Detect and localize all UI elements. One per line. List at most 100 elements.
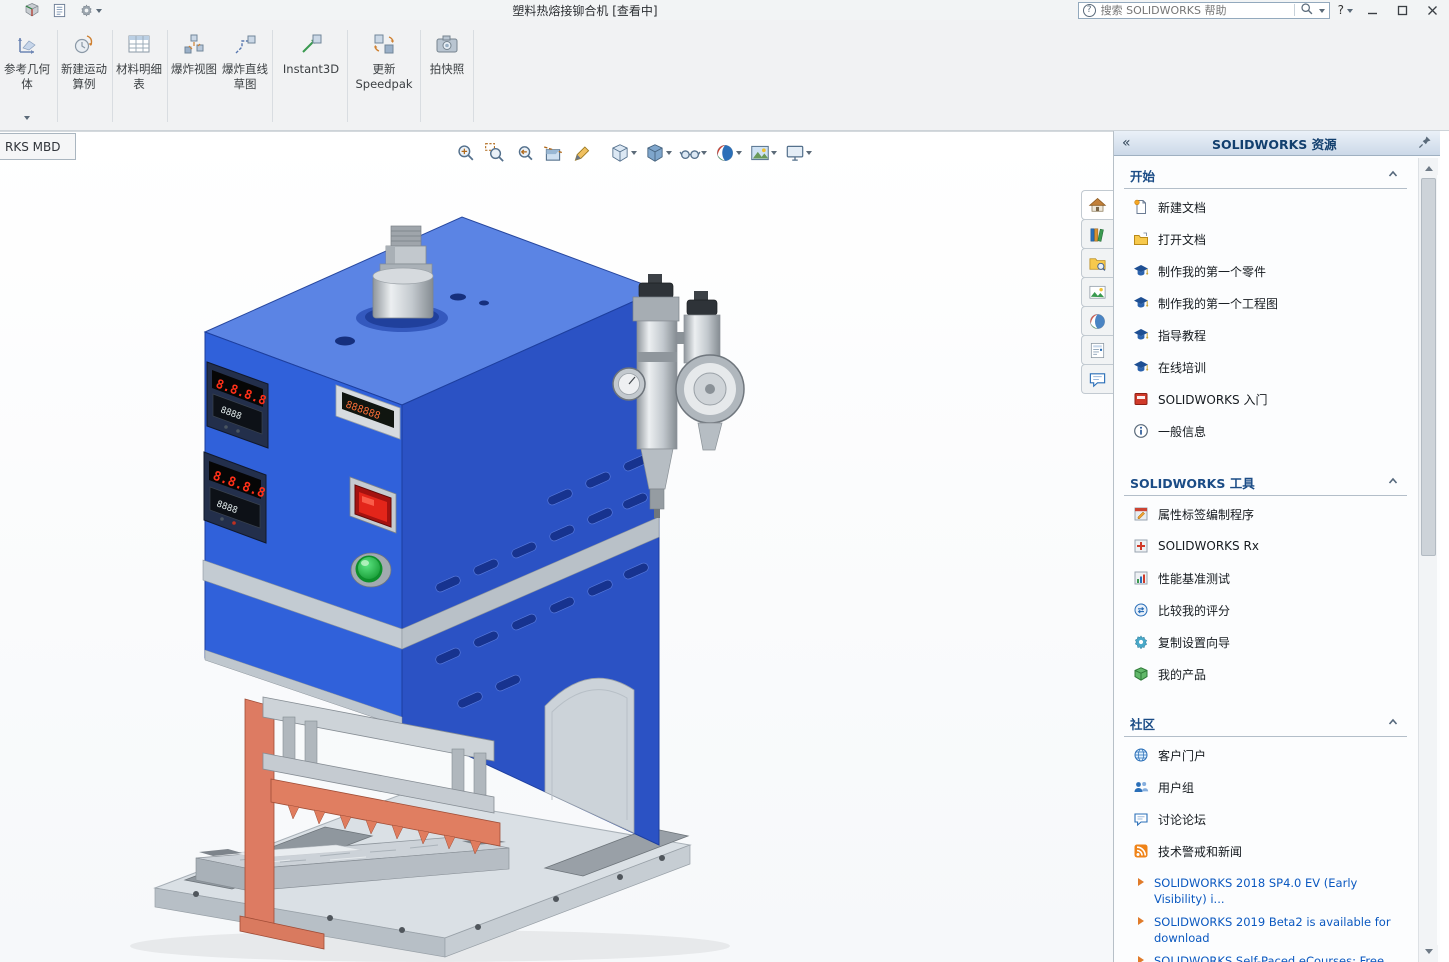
scroll-up-arrow-icon bbox=[1425, 162, 1433, 171]
collapse-chevron-icon[interactable] bbox=[1385, 166, 1401, 185]
task-pane-header: « SOLIDWORKS 资源 bbox=[1114, 131, 1440, 156]
task-pane: « SOLIDWORKS 资源 开始 新建文档 打开文档 制作我的第一个零件 制… bbox=[1113, 131, 1440, 962]
help-menu-button[interactable]: ? bbox=[1338, 3, 1353, 17]
tutorial-cap-icon bbox=[1133, 359, 1149, 375]
gear-dropdown-caret[interactable] bbox=[96, 9, 102, 16]
previous-view-button[interactable] bbox=[510, 140, 538, 166]
item-tech-alerts-news[interactable]: 技术警戒和新闻 bbox=[1114, 835, 1417, 867]
minimize-button[interactable] bbox=[1361, 2, 1383, 18]
item-customer-portal[interactable]: 客户门户 bbox=[1114, 739, 1417, 771]
scroll-up-button[interactable] bbox=[1419, 158, 1438, 175]
new-motion-study-icon bbox=[71, 25, 97, 57]
ribbon-new-motion-study[interactable]: 新建运动算例 bbox=[61, 25, 107, 127]
item-new-document[interactable]: 新建文档 bbox=[1114, 191, 1417, 223]
news-link[interactable]: SOLIDWORKS Self-Paced eCourses: Free bbox=[1138, 953, 1405, 962]
item-my-products[interactable]: 我的产品 bbox=[1114, 658, 1417, 690]
item-copy-settings-wizard[interactable]: 复制设置向导 bbox=[1114, 626, 1417, 658]
item-label: 在线培训 bbox=[1158, 359, 1206, 376]
ribbon-instant3d[interactable]: Instant3D bbox=[278, 25, 344, 127]
tab-design-library[interactable] bbox=[1081, 219, 1113, 249]
view-orientation-button[interactable] bbox=[606, 140, 640, 166]
item-performance-benchmark[interactable]: 性能基准测试 bbox=[1114, 562, 1417, 594]
scrollbar-thumb[interactable] bbox=[1421, 178, 1436, 556]
close-button[interactable] bbox=[1421, 2, 1443, 18]
section-header-solidworks-tools[interactable]: SOLIDWORKS 工具 bbox=[1124, 473, 1407, 496]
item-discussion-forum[interactable]: 讨论论坛 bbox=[1114, 803, 1417, 835]
tab-appearances-scenes[interactable] bbox=[1081, 306, 1113, 336]
search-input[interactable] bbox=[1101, 4, 1289, 17]
dropdown-caret-icon bbox=[24, 116, 30, 123]
item-make-first-drawing[interactable]: 制作我的第一个工程图 bbox=[1114, 287, 1417, 319]
exploded-view-icon bbox=[181, 25, 207, 57]
ribbon-separator bbox=[272, 30, 273, 122]
zoom-to-area-button[interactable] bbox=[481, 140, 509, 166]
ribbon-reference-geometry[interactable]: 参考几何体 bbox=[4, 25, 50, 127]
section-title: 社区 bbox=[1130, 714, 1155, 733]
item-user-groups[interactable]: 用户组 bbox=[1114, 771, 1417, 803]
options-gear-icon[interactable] bbox=[79, 3, 102, 18]
pin-icon[interactable] bbox=[1418, 134, 1432, 153]
ribbon-separator bbox=[473, 30, 474, 122]
ribbon-exploded-view[interactable]: 爆炸视图 bbox=[171, 25, 217, 127]
zoom-to-fit-button[interactable] bbox=[452, 140, 480, 166]
item-solidworks-rx[interactable]: SOLIDWORKS Rx bbox=[1114, 530, 1417, 562]
apply-scene-button[interactable] bbox=[746, 140, 780, 166]
section-header-community[interactable]: 社区 bbox=[1124, 714, 1407, 737]
ribbon-button-label: 新建运动算例 bbox=[61, 62, 107, 92]
section-title: SOLIDWORKS 工具 bbox=[1130, 473, 1255, 492]
search-separator bbox=[1294, 4, 1295, 16]
item-compare-score[interactable]: 比较我的评分 bbox=[1114, 594, 1417, 626]
tab-file-explorer[interactable] bbox=[1081, 248, 1113, 278]
user-groups-icon bbox=[1133, 779, 1149, 795]
ribbon-toolbar: 参考几何体 新建运动算例 材料明细表 爆炸视图 爆炸直线草图 Instant3D bbox=[0, 20, 1449, 131]
ribbon-explode-line-sketch[interactable]: 爆炸直线草图 bbox=[221, 25, 269, 127]
news-link-text: SOLIDWORKS Self-Paced eCourses: Free bbox=[1154, 953, 1405, 962]
view-settings-button[interactable] bbox=[781, 140, 815, 166]
item-property-tab-builder[interactable]: 属性标签编制程序 bbox=[1114, 498, 1417, 530]
tab-view-palette[interactable] bbox=[1081, 277, 1113, 307]
item-open-document[interactable]: 打开文档 bbox=[1114, 223, 1417, 255]
collapse-chevron-icon[interactable] bbox=[1385, 714, 1401, 733]
item-label: 客户门户 bbox=[1158, 747, 1206, 764]
ribbon-update-speedpak[interactable]: 更新 Speedpak bbox=[351, 25, 417, 127]
collapse-chevron-icon[interactable] bbox=[1385, 473, 1401, 492]
news-link[interactable]: SOLIDWORKS 2018 SP4.0 EV (Early Visibili… bbox=[1138, 875, 1405, 907]
display-style-button[interactable] bbox=[641, 140, 675, 166]
machine-3d-model[interactable]: 8.8.8.8 8888 8.8.8.8 8888 888888 bbox=[0, 132, 1113, 962]
hide-show-items-button[interactable] bbox=[676, 140, 710, 166]
item-tutorials[interactable]: 指导教程 bbox=[1114, 319, 1417, 351]
power-button[interactable] bbox=[351, 553, 391, 587]
search-dropdown-caret[interactable] bbox=[1319, 9, 1325, 16]
item-introducing-solidworks[interactable]: SOLIDWORKS 入门 bbox=[1114, 383, 1417, 415]
item-label: 制作我的第一个工程图 bbox=[1158, 295, 1278, 312]
app-model-icon[interactable] bbox=[24, 2, 40, 18]
edit-appearance-button[interactable] bbox=[711, 140, 745, 166]
news-link[interactable]: SOLIDWORKS 2019 Beta2 is available for d… bbox=[1138, 914, 1405, 946]
item-make-first-part[interactable]: 制作我的第一个零件 bbox=[1114, 255, 1417, 287]
3d-drawing-view-button[interactable] bbox=[568, 140, 596, 166]
tab-custom-properties[interactable] bbox=[1081, 335, 1113, 365]
my-products-icon bbox=[1133, 666, 1149, 682]
help-search-box[interactable]: ? bbox=[1078, 2, 1330, 19]
search-icon[interactable] bbox=[1300, 1, 1314, 20]
ribbon-button-label: 爆炸视图 bbox=[171, 62, 217, 77]
ribbon-bill-of-materials[interactable]: 材料明细表 bbox=[116, 25, 162, 127]
section-view-button[interactable] bbox=[539, 140, 567, 166]
maximize-button[interactable] bbox=[1391, 2, 1413, 18]
item-general-information[interactable]: 一般信息 bbox=[1114, 415, 1417, 447]
item-label: 打开文档 bbox=[1158, 231, 1206, 248]
tab-solidworks-forum[interactable] bbox=[1081, 364, 1113, 394]
expand-pane-icon[interactable]: « bbox=[1122, 135, 1131, 151]
ribbon-take-snapshot[interactable]: 拍快照 bbox=[424, 25, 470, 127]
section-header-start[interactable]: 开始 bbox=[1124, 166, 1407, 189]
tab-solidworks-resources[interactable] bbox=[1081, 190, 1113, 220]
help-dropdown-caret bbox=[1347, 9, 1353, 16]
item-online-training[interactable]: 在线培训 bbox=[1114, 351, 1417, 383]
ribbon-separator bbox=[167, 30, 168, 122]
scroll-down-button[interactable] bbox=[1419, 945, 1438, 962]
item-label: 技术警戒和新闻 bbox=[1158, 843, 1242, 860]
report-icon[interactable] bbox=[52, 3, 67, 18]
ribbon-button-label: 爆炸直线草图 bbox=[221, 62, 269, 92]
tab-solidworks-mbd[interactable]: RKS MBD bbox=[0, 133, 76, 160]
task-pane-scrollbar[interactable] bbox=[1418, 158, 1437, 962]
